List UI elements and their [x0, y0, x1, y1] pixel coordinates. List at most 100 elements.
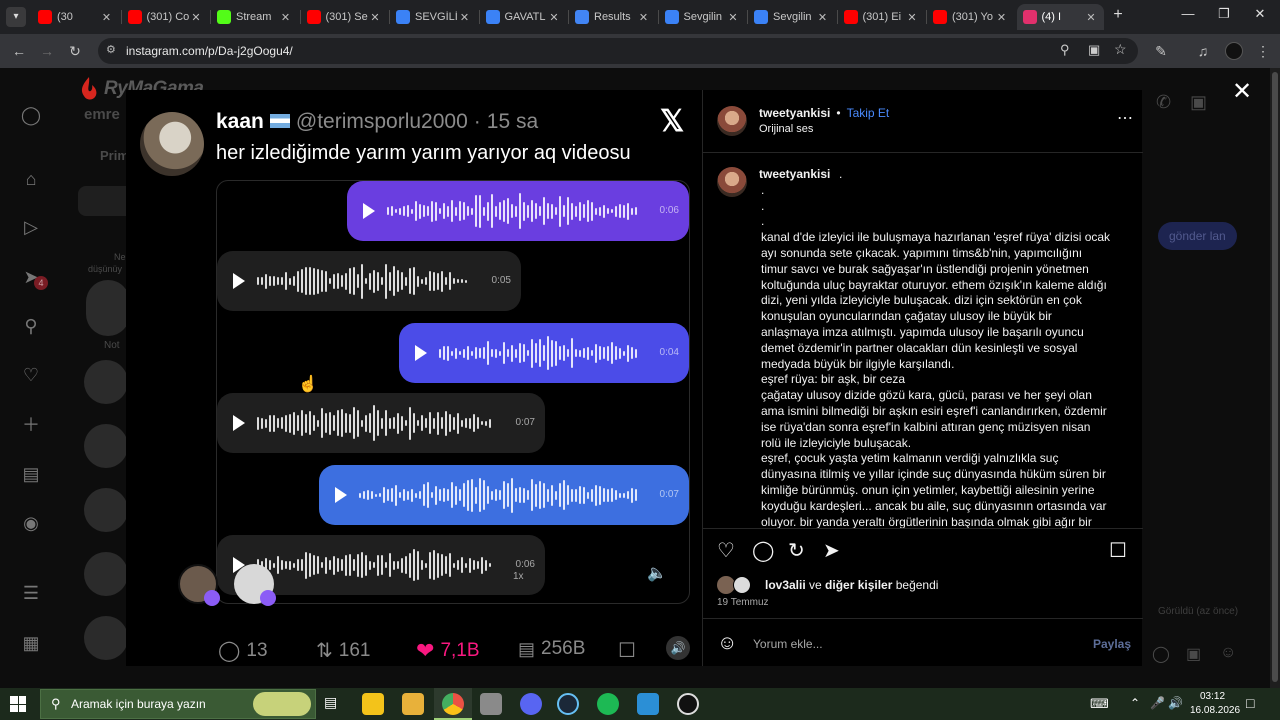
tab-close-icon[interactable]: ✕ [726, 11, 740, 24]
microphone-icon[interactable]: 🎤 [1150, 696, 1165, 710]
browser-tab[interactable]: GAVATL ✕ [480, 4, 568, 30]
save-icon[interactable]: ☐ [1109, 538, 1127, 563]
minimize-icon[interactable]: — [1176, 6, 1200, 21]
post-author-avatar[interactable] [717, 106, 747, 136]
reply-stat[interactable]: ◯ 13 [218, 638, 268, 663]
page-scrollbar[interactable] [1270, 68, 1280, 688]
create-icon[interactable]: ＋ [18, 412, 44, 438]
tab-close-icon[interactable]: ✕ [1084, 11, 1098, 24]
scrollbar-thumb[interactable] [1272, 72, 1278, 682]
instagram-logo-icon[interactable]: ◯ [18, 102, 44, 128]
close-modal-icon[interactable]: ✕ [1232, 80, 1252, 104]
app-icon-green[interactable] [597, 693, 619, 715]
browser-tab[interactable]: SEVGİLİ ✕ [390, 4, 478, 30]
reels-icon[interactable]: ▷ [18, 214, 44, 240]
app-icon-blue[interactable] [520, 693, 542, 715]
site-info-icon[interactable]: ⚙ [106, 43, 116, 56]
tab-close-icon[interactable]: ✕ [547, 11, 561, 24]
bookmark-star-icon[interactable]: ☆ [1114, 41, 1127, 58]
tab-close-icon[interactable]: ✕ [368, 11, 382, 24]
app-icon-teal[interactable] [637, 693, 659, 715]
tweet-bookmark-icon[interactable]: ☐ [618, 638, 636, 663]
tray-chevron-icon[interactable]: ⌃ [1130, 696, 1140, 710]
tab-close-icon[interactable]: ✕ [189, 11, 203, 24]
tab-close-icon[interactable]: ✕ [279, 11, 293, 24]
audio-label[interactable]: Orijinal ses [759, 123, 813, 135]
task-view-icon[interactable]: ▤ [324, 694, 337, 711]
forward-icon[interactable]: → [38, 42, 56, 60]
browser-tab[interactable]: (301) Ei ✕ [838, 4, 926, 30]
media-control-icon[interactable]: ♫ [1194, 42, 1212, 60]
voice-message[interactable]: 0:07 [319, 465, 689, 525]
voice-message[interactable]: 0:05 [217, 251, 521, 311]
new-tab-button[interactable]: + [1108, 6, 1128, 24]
browser-tab[interactable]: Sevgilin ✕ [748, 4, 836, 30]
browser-tab[interactable]: Stream ✕ [211, 4, 299, 30]
post-media[interactable]: kaan @terimsporlu2000 · 15 sa 𝕏 her izle… [126, 90, 702, 666]
notifications-heart-icon[interactable]: ♡ [18, 362, 44, 388]
volume-icon[interactable]: 🔊 [1168, 696, 1183, 710]
play-icon[interactable] [415, 345, 427, 361]
clock-date[interactable]: 16.08.2026 [1190, 705, 1240, 716]
post-username[interactable]: tweetyankisi [759, 106, 830, 120]
like-stat[interactable]: ❤ 7,1B [416, 638, 480, 664]
notifications-icon[interactable]: □ [1246, 695, 1254, 711]
retweet-stat[interactable]: ⇅ 161 [316, 638, 370, 663]
voice-message[interactable]: 0:06 [347, 181, 689, 241]
media-sound-icon[interactable]: 🔊 [666, 636, 690, 660]
post-options-icon[interactable]: ⋯ [1117, 108, 1133, 128]
voice-message[interactable]: 0:04 [399, 323, 689, 383]
app-icon-yellow[interactable] [362, 693, 384, 715]
caption-avatar[interactable] [717, 167, 747, 197]
tab-search-button[interactable]: ▾ [6, 7, 26, 27]
browser-tab[interactable]: (301) Co ✕ [122, 4, 210, 30]
browser-menu-icon[interactable]: ⋮ [1254, 42, 1272, 60]
taskbar-search[interactable]: ⚲ Aramak için buraya yazın [40, 689, 316, 719]
tab-close-icon[interactable]: ✕ [100, 11, 114, 24]
tab-close-icon[interactable]: ✕ [995, 11, 1009, 24]
comment-input[interactable]: Yorum ekle... [753, 637, 823, 651]
home-icon[interactable]: ⌂ [18, 166, 44, 192]
extensions-icon[interactable]: ✎ [1152, 42, 1170, 60]
app-icon-gray[interactable] [480, 693, 502, 715]
browser-tab[interactable]: (301) Se ✕ [301, 4, 389, 30]
play-icon[interactable] [233, 415, 245, 431]
address-bar[interactable]: ⚙ instagram.com/p/Da-j2gOogu4/ ⚲ ▣ ☆ [98, 38, 1138, 64]
play-icon[interactable] [335, 487, 347, 503]
voice-message[interactable]: 0:07 [217, 393, 545, 453]
share-icon[interactable]: ➤ [823, 538, 840, 563]
search-icon[interactable]: ⚲ [18, 313, 44, 339]
browser-tab[interactable]: Results ✕ [569, 4, 657, 30]
caption-scroll[interactable]: tweetyankisi .... kanal d'de izleyici ile… [703, 153, 1143, 528]
more-menu-icon[interactable]: ☰ [18, 580, 44, 606]
browser-tab[interactable]: (4) I ✕ [1016, 4, 1104, 30]
url-text[interactable]: instagram.com/p/Da-j2gOogu4/ [126, 44, 293, 58]
clock-time[interactable]: 03:12 [1200, 691, 1225, 702]
file-explorer-icon[interactable] [402, 693, 424, 715]
play-icon[interactable] [363, 203, 375, 219]
close-window-icon[interactable]: ✕ [1248, 6, 1272, 22]
tab-close-icon[interactable]: ✕ [905, 11, 919, 24]
keyboard-icon[interactable]: ⌨ [1090, 696, 1109, 712]
comment-icon[interactable]: ◯ [752, 538, 774, 563]
steam-icon[interactable] [557, 693, 579, 715]
install-app-icon[interactable]: ▣ [1088, 42, 1100, 58]
restore-icon[interactable]: ❐ [1212, 6, 1236, 22]
likes-user[interactable]: lov3alii [765, 578, 806, 592]
app-icon-dark[interactable] [677, 693, 699, 715]
back-icon[interactable]: ← [10, 42, 28, 60]
play-icon[interactable] [233, 273, 245, 289]
views-stat[interactable]: ▤ 256B [518, 638, 585, 660]
follow-button[interactable]: Takip Et [847, 106, 890, 120]
like-icon[interactable]: ♡ [717, 538, 735, 563]
repost-icon[interactable]: ↻ [788, 538, 805, 563]
start-icon[interactable] [10, 696, 26, 712]
profile-icon[interactable]: ◉ [18, 510, 44, 536]
likes-others[interactable]: diğer kişiler [825, 578, 892, 592]
zoom-icon[interactable]: ⚲ [1060, 42, 1070, 58]
apps-icon[interactable]: ▦ [18, 630, 44, 656]
video-volume-icon[interactable]: 🔈 [647, 563, 667, 583]
share-comment-button[interactable]: Paylaş [1093, 637, 1131, 651]
browser-tab[interactable]: (301) Yo ✕ [927, 4, 1015, 30]
tab-close-icon[interactable]: ✕ [816, 11, 830, 24]
